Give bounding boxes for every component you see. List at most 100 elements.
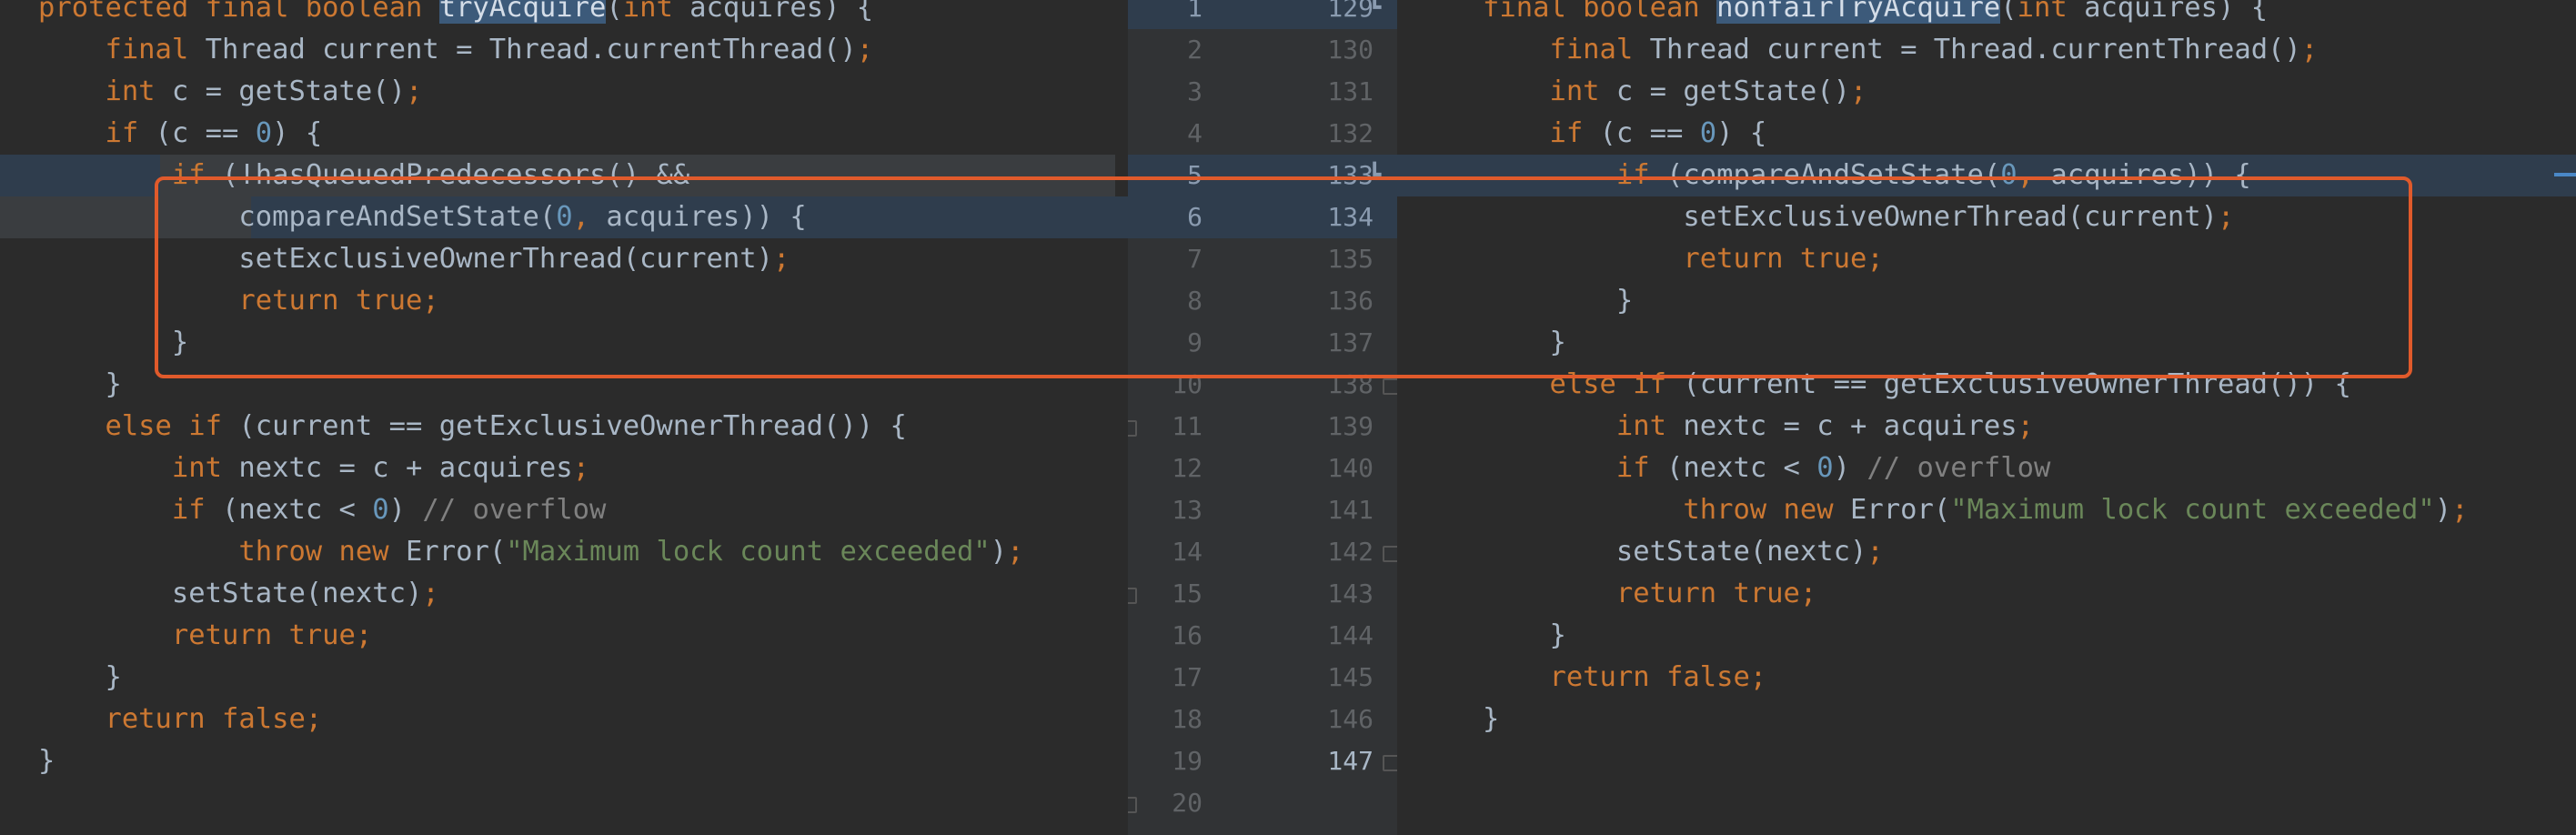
code-line[interactable]: throw new Error("Maximum lock count exce…: [1397, 489, 2576, 531]
method-name-token: tryAcquire: [438, 0, 607, 24]
right-line-number: 132: [1327, 118, 1374, 148]
code-line[interactable]: if (c == 0) {: [0, 113, 1128, 155]
gutter-row: 8 136: [1128, 280, 1397, 322]
right-line-number: 139: [1327, 411, 1374, 441]
code-token: ;: [856, 34, 874, 65]
right-line-number: 143: [1327, 578, 1374, 609]
gutter-row: 14 142: [1128, 531, 1397, 573]
fold-marker-icon[interactable]: [1128, 420, 1137, 437]
right-line-number: 144: [1327, 620, 1374, 650]
code-line[interactable]: if (!hasQueuedPredecessors() &&: [0, 155, 1128, 196]
code-token: ;: [405, 75, 423, 107]
code-token: Thread current = Thread.currentThread(): [1649, 34, 2301, 65]
fold-marker-icon[interactable]: [1383, 755, 1397, 771]
code-token: ;: [2217, 201, 2235, 233]
code-line[interactable]: else if (current == getExclusiveOwnerThr…: [0, 406, 1128, 448]
code-token: "Maximum lock count exceeded": [506, 536, 991, 568]
code-token: ;: [2451, 494, 2469, 526]
code-token: int: [622, 0, 690, 24]
code-token: int: [1549, 75, 1616, 107]
code-token: int: [105, 75, 172, 107]
fold-marker-icon[interactable]: [1128, 588, 1137, 604]
fold-marker-icon[interactable]: [1128, 797, 1137, 813]
code-line[interactable]: if (compareAndSetState(0, acquires)) {: [1397, 155, 2576, 196]
code-token: (nextc <: [222, 494, 373, 526]
code-line[interactable]: if (nextc < 0) // overflow: [1397, 448, 2576, 489]
code-token: }: [38, 327, 189, 358]
code-line[interactable]: setState(nextc);: [1397, 531, 2576, 573]
code-line[interactable]: [1397, 782, 2576, 824]
merge-arrow-icon[interactable]: ┗: [1368, 164, 1384, 186]
code-line[interactable]: }: [0, 322, 1128, 364]
right-diff-pane[interactable]: final boolean nonfairTryAcquire(int acqu…: [1397, 0, 2576, 835]
code-line[interactable]: }: [1397, 322, 2576, 364]
code-line[interactable]: int c = getState();: [1397, 71, 2576, 113]
gutter-row: 6 134: [1128, 196, 1397, 238]
code-line[interactable]: final Thread current = Thread.currentThr…: [0, 29, 1128, 71]
code-line[interactable]: setState(nextc);: [0, 573, 1128, 615]
code-token: (c ==: [1599, 117, 1700, 149]
left-line-number: 8: [1187, 286, 1202, 316]
left-line-number: 20: [1172, 788, 1202, 818]
code-line[interactable]: }: [1397, 699, 2576, 740]
right-line-number: 141: [1327, 495, 1374, 525]
code-token: (compareAndSetState(: [1666, 159, 2001, 191]
code-token: nextc = c + acquires: [238, 452, 573, 484]
code-line[interactable]: compareAndSetState(0, acquires)) {: [0, 196, 1128, 238]
code-token: 0: [2000, 159, 2018, 191]
code-token: ;: [1007, 536, 1024, 568]
code-line[interactable]: int c = getState();: [0, 71, 1128, 113]
left-diff-pane[interactable]: protected final boolean tryAcquire(int a…: [0, 0, 1128, 835]
code-line[interactable]: protected final boolean tryAcquire(int a…: [0, 0, 1128, 29]
code-line[interactable]: }: [1397, 280, 2576, 322]
code-token: if: [105, 117, 156, 149]
gutter-row: 9 137: [1128, 322, 1397, 364]
gutter-row: 15 143: [1128, 573, 1397, 615]
code-line[interactable]: final Thread current = Thread.currentThr…: [1397, 29, 2576, 71]
code-line[interactable]: }: [0, 364, 1128, 406]
code-line[interactable]: setExclusiveOwnerThread(current);: [1397, 196, 2576, 238]
code-line[interactable]: int nextc = c + acquires;: [0, 448, 1128, 489]
code-line[interactable]: if (nextc < 0) // overflow: [0, 489, 1128, 531]
code-line[interactable]: if (c == 0) {: [1397, 113, 2576, 155]
code-line[interactable]: return true;: [0, 280, 1128, 322]
code-line[interactable]: int nextc = c + acquires;: [1397, 406, 2576, 448]
code-line[interactable]: return true;: [0, 615, 1128, 657]
code-token: acquires)) {: [2050, 159, 2251, 191]
code-token: return false;: [105, 703, 323, 735]
code-line[interactable]: return true;: [1397, 573, 2576, 615]
right-line-number: 130: [1327, 35, 1374, 65]
code-line[interactable]: else if (current == getExclusiveOwnerThr…: [1397, 364, 2576, 406]
left-line-number: 10: [1172, 369, 1202, 399]
code-line[interactable]: return false;: [1397, 657, 2576, 699]
code-line[interactable]: setExclusiveOwnerThread(current);: [0, 238, 1128, 280]
code-line[interactable]: return false;: [0, 699, 1128, 740]
fold-marker-icon[interactable]: [1383, 378, 1397, 395]
left-line-number: 1: [1187, 0, 1202, 23]
fold-marker-icon[interactable]: [1383, 546, 1397, 562]
code-token: int: [1615, 410, 1684, 442]
code-line[interactable]: [1397, 740, 2576, 782]
code-line[interactable]: final boolean nonfairTryAcquire(int acqu…: [1397, 0, 2576, 29]
code-line[interactable]: }: [1397, 615, 2576, 657]
code-token: ): [1833, 452, 1867, 484]
code-line[interactable]: return true;: [1397, 238, 2576, 280]
right-line-number: 146: [1327, 704, 1374, 734]
code-token: else if: [1549, 368, 1684, 400]
code-line[interactable]: }: [0, 657, 1128, 699]
code-line[interactable]: [0, 782, 1128, 824]
code-token: ): [990, 536, 1008, 568]
code-token: Error(: [1850, 494, 1951, 526]
code-token: 0: [1699, 117, 1717, 149]
gutter-row: 12 140: [1128, 448, 1397, 489]
gutter-row: 11 139: [1128, 406, 1397, 448]
merge-arrow-icon[interactable]: ┗: [1368, 0, 1384, 18]
code-line[interactable]: throw new Error("Maximum lock count exce…: [0, 531, 1128, 573]
code-token: // overflow: [422, 494, 607, 526]
code-line[interactable]: }: [0, 740, 1128, 782]
